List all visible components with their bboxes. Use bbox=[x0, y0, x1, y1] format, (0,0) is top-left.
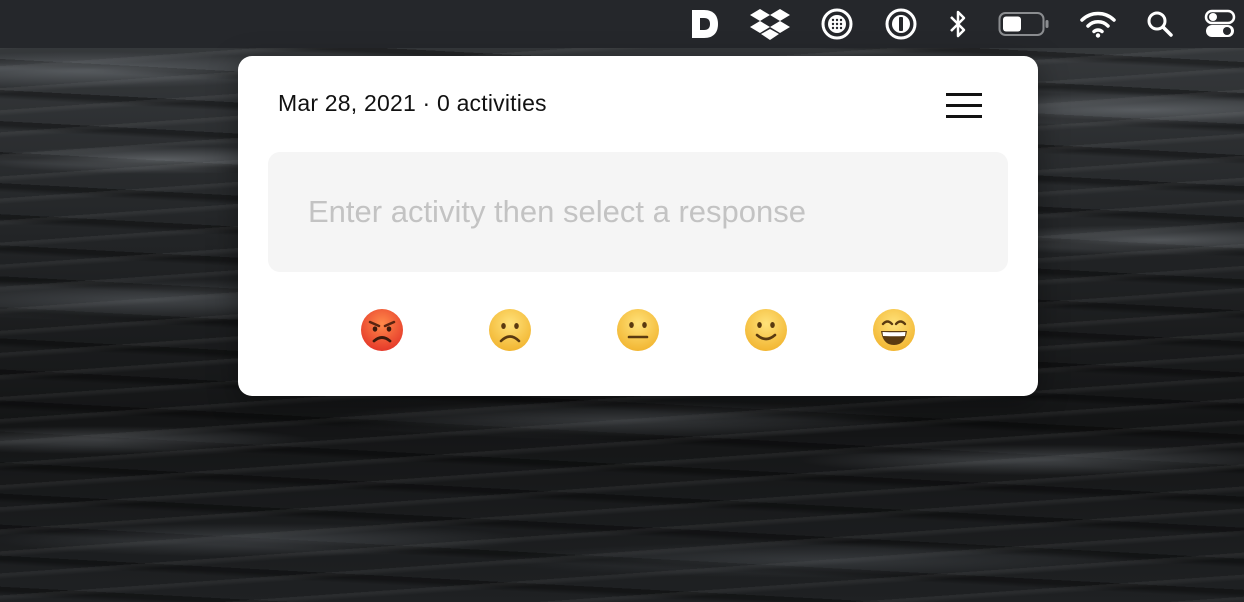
neutral-face-button[interactable] bbox=[614, 306, 662, 354]
frowning-face-icon bbox=[489, 309, 531, 351]
slightly-smiling-face-icon bbox=[745, 309, 787, 351]
grinning-face-button[interactable] bbox=[870, 306, 918, 354]
date-label: Mar 28, 2021 bbox=[278, 90, 416, 116]
control-center-icon[interactable] bbox=[1204, 0, 1236, 48]
hamburger-menu-icon[interactable] bbox=[942, 88, 986, 122]
activity-count: 0 activities bbox=[436, 90, 547, 116]
onepassword-icon[interactable] bbox=[884, 0, 918, 48]
day-one-d-icon[interactable] bbox=[690, 0, 720, 48]
menu-bar-line bbox=[946, 92, 982, 96]
activity-popover: Mar 28, 2021 · 0 activities bbox=[238, 56, 1038, 396]
separator: · bbox=[422, 90, 431, 116]
menu-bar-line bbox=[946, 114, 982, 118]
grinning-face-icon bbox=[873, 309, 915, 351]
header-title: Mar 28, 2021 · 0 activities bbox=[278, 90, 547, 117]
menu-bar-line bbox=[946, 103, 982, 107]
battery-icon[interactable] bbox=[998, 0, 1050, 48]
frowning-face-button[interactable] bbox=[486, 306, 534, 354]
globe-dotted-icon[interactable] bbox=[820, 0, 854, 48]
response-selector bbox=[238, 306, 1038, 354]
angry-face-button[interactable] bbox=[358, 306, 406, 354]
dropbox-icon[interactable] bbox=[750, 0, 790, 48]
wifi-icon[interactable] bbox=[1080, 0, 1116, 48]
activity-input[interactable] bbox=[268, 152, 1008, 272]
bluetooth-icon[interactable] bbox=[948, 0, 968, 48]
slightly-smiling-face-button[interactable] bbox=[742, 306, 790, 354]
neutral-face-icon bbox=[617, 309, 659, 351]
angry-face-icon bbox=[361, 309, 403, 351]
spotlight-search-icon[interactable] bbox=[1146, 0, 1174, 48]
menu-bar bbox=[0, 0, 1244, 48]
